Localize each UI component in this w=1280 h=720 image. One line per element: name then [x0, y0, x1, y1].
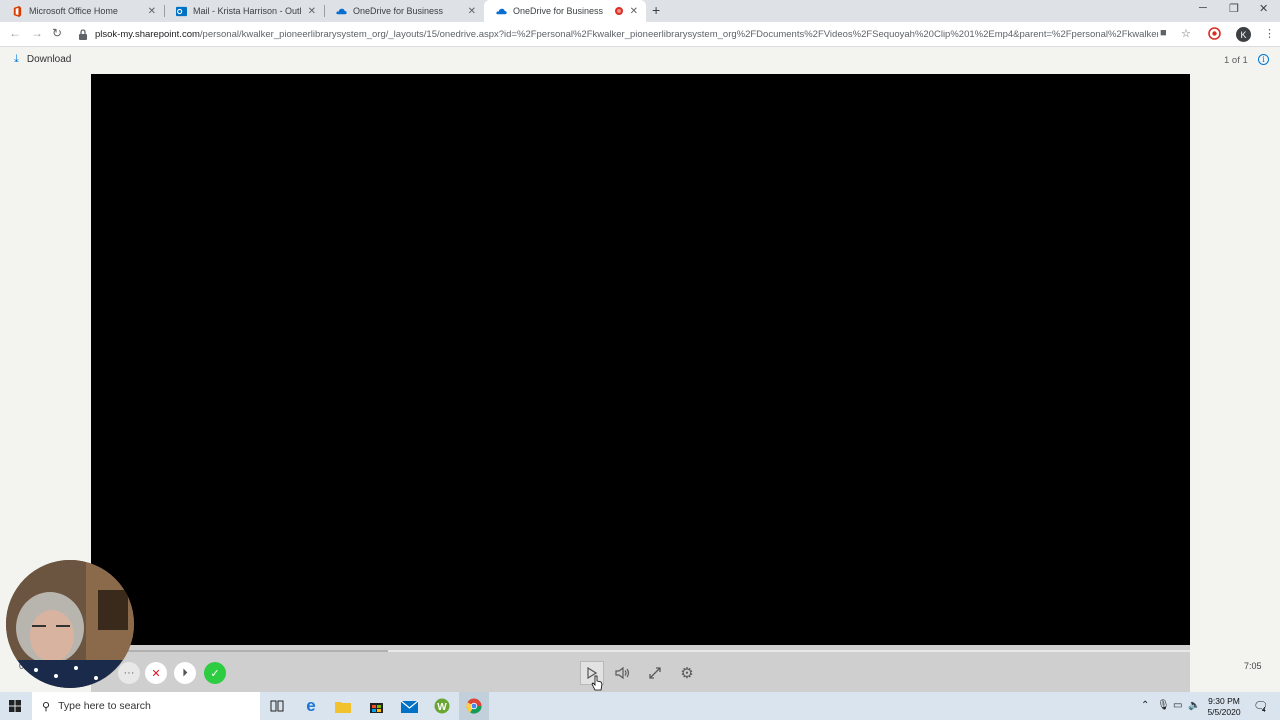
profile-avatar[interactable]: K	[1236, 27, 1251, 42]
progress-fill	[91, 650, 388, 652]
mouse-cursor-icon	[591, 675, 603, 691]
video-player[interactable]	[91, 74, 1190, 692]
more-horiz-icon: ···	[123, 667, 135, 679]
browser-tab-strip: Microsoft Office Home ✕ Mail - Krista Ha…	[0, 0, 1280, 22]
taskbar-clock[interactable]: 9:30 PM 5/5/2020	[1204, 696, 1244, 718]
download-label: Download	[26, 54, 72, 65]
bookmark-star-icon[interactable]: ☆	[1181, 27, 1191, 40]
restore-icon[interactable]: ❐	[1229, 2, 1239, 15]
task-view-icon[interactable]	[266, 696, 288, 716]
onedrive-icon	[336, 8, 347, 14]
url-path: /personal/kwalker_pioneerlibrarysystem_o…	[199, 29, 1158, 40]
extension-icon[interactable]	[1208, 27, 1221, 40]
check-icon: ✓	[210, 667, 220, 680]
lock-icon	[79, 29, 87, 40]
tab-title: Mail - Krista Harrison - Outlook	[193, 6, 302, 16]
close-icon[interactable]: ✕	[148, 6, 156, 17]
download-icon: ⤓	[14, 53, 19, 65]
duration-label: 7:05	[1244, 661, 1262, 671]
tab-title: OneDrive for Business	[353, 6, 444, 16]
svg-text:W: W	[437, 702, 447, 713]
address-bar[interactable]: plsok-my.sharepoint.com/personal/kwalker…	[72, 25, 1158, 44]
windows-taskbar: ⚲ Type here to search e W ⌃ 🎙 ▭ 🔈	[0, 692, 1280, 720]
close-icon[interactable]: ✕	[630, 6, 638, 17]
fullscreen-icon	[649, 667, 661, 679]
forward-arrow-icon[interactable]: →	[31, 26, 43, 40]
volume-tray-icon[interactable]: 🔈	[1188, 700, 1200, 711]
download-button[interactable]: ⤓ Download	[14, 53, 71, 66]
camera-icon[interactable]: ■	[1160, 27, 1167, 39]
tab-onedrive-active[interactable]: OneDrive for Business ✕	[484, 0, 646, 22]
settings-button[interactable]: ⚙	[675, 661, 699, 685]
clock-date: 5/5/2020	[1207, 707, 1241, 717]
store-icon[interactable]	[365, 696, 387, 716]
recorder-cancel-button[interactable]: ✕	[145, 662, 167, 684]
wps-app-icon[interactable]: W	[431, 696, 453, 716]
info-icon[interactable]: i	[1258, 54, 1269, 65]
fullscreen-button[interactable]	[643, 661, 667, 685]
close-icon[interactable]: ✕	[308, 6, 316, 17]
close-window-icon[interactable]: ✕	[1259, 2, 1268, 15]
viewer-command-bar: ⤓ Download 1 of 1	[0, 48, 1280, 74]
file-explorer-icon[interactable]	[332, 696, 354, 716]
recorder-done-button[interactable]: ✓	[204, 662, 226, 684]
webcam-feed	[6, 560, 134, 688]
tab-title: OneDrive for Business	[513, 6, 604, 16]
microphone-icon[interactable]: 🎙	[1157, 700, 1170, 711]
tray-overflow-icon[interactable]: ⌃	[1141, 700, 1149, 711]
outlook-icon	[176, 6, 187, 16]
webcam-overlay[interactable]	[6, 560, 134, 688]
edge-browser-icon[interactable]: e	[300, 696, 322, 716]
taskbar-search-box[interactable]: ⚲ Type here to search	[32, 692, 260, 720]
tab-title: Microsoft Office Home	[29, 6, 118, 16]
back-arrow-icon[interactable]: ←	[9, 26, 21, 40]
file-counter: 1 of 1	[1224, 55, 1248, 66]
recorder-more-button[interactable]: ···	[118, 662, 140, 684]
recording-indicator-icon	[614, 7, 623, 15]
recorder-pause-button[interactable]: ⏵	[174, 662, 196, 684]
url-host: plsok-my.sharepoint.com	[95, 29, 200, 40]
browser-toolbar: ← → ↻ plsok-my.sharepoint.com/personal/k…	[0, 22, 1280, 47]
close-icon[interactable]: ✕	[468, 6, 476, 17]
progress-bar[interactable]	[91, 650, 1190, 652]
tab-onedrive[interactable]: OneDrive for Business ✕	[324, 0, 484, 22]
close-icon: ✕	[151, 667, 161, 680]
windows-start-icon[interactable]	[9, 700, 21, 712]
network-icon[interactable]: ▭	[1173, 700, 1182, 711]
tab-office-home[interactable]: Microsoft Office Home ✕	[0, 0, 164, 22]
chrome-icon[interactable]	[463, 696, 485, 716]
volume-button[interactable]	[611, 661, 635, 685]
search-placeholder: Type here to search	[58, 700, 151, 712]
reload-icon[interactable]: ↻	[52, 26, 62, 40]
url-text: plsok-my.sharepoint.com/personal/kwalker…	[95, 29, 1158, 40]
gear-icon: ⚙	[680, 665, 694, 682]
search-icon: ⚲	[42, 700, 51, 713]
onedrive-icon	[496, 8, 507, 14]
office-icon	[13, 5, 22, 17]
notification-count: 4	[1262, 707, 1266, 714]
minimize-icon[interactable]: ─	[1199, 2, 1207, 14]
volume-icon	[615, 666, 630, 680]
clock-time: 9:30 PM	[1208, 696, 1240, 706]
more-vert-icon[interactable]: ⋮	[1264, 27, 1275, 40]
player-controls-bar	[91, 645, 1190, 692]
mail-app-icon[interactable]	[398, 696, 420, 716]
new-tab-button[interactable]: +	[652, 2, 660, 18]
tab-outlook-mail[interactable]: Mail - Krista Harrison - Outlook ✕	[164, 0, 324, 22]
pause-icon: ⏵	[182, 666, 188, 679]
